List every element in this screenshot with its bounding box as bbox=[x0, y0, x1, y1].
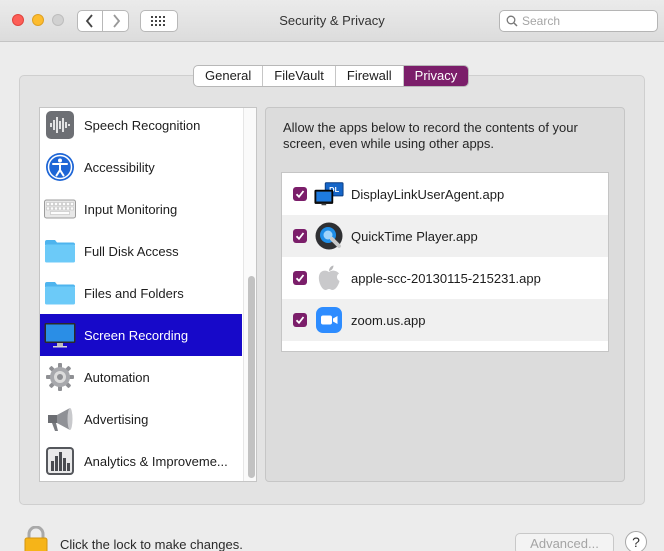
sidebar-item-input-monitoring[interactable]: Input Monitoring bbox=[40, 188, 242, 230]
sidebar-item-screen-recording[interactable]: Screen Recording bbox=[40, 314, 242, 356]
checkmark-icon bbox=[295, 232, 305, 241]
sidebar-item-label: Input Monitoring bbox=[84, 201, 178, 217]
app-checkbox[interactable] bbox=[293, 271, 307, 285]
app-name: QuickTime Player.app bbox=[351, 228, 478, 244]
displaylink-icon: DL bbox=[314, 179, 344, 209]
gear-icon bbox=[44, 361, 76, 393]
sidebar-scrollbar[interactable] bbox=[243, 108, 256, 481]
sidebar-item-label: Advertising bbox=[84, 411, 149, 427]
app-name: apple-scc-20130115-215231.app bbox=[351, 270, 541, 286]
search-icon bbox=[506, 15, 518, 27]
scrollbar-thumb[interactable] bbox=[248, 276, 255, 478]
app-name: DisplayLinkUserAgent.app bbox=[351, 186, 505, 202]
sidebar-item-label: Full Disk Access bbox=[84, 243, 179, 259]
sidebar-item-full-disk-access[interactable]: Full Disk Access bbox=[40, 230, 242, 272]
checkmark-icon bbox=[295, 316, 305, 325]
lock-button[interactable] bbox=[23, 525, 49, 551]
app-row-zoom[interactable]: zoom.us.app bbox=[282, 299, 608, 341]
title-bar: Security & Privacy bbox=[0, 0, 664, 42]
tab-firewall[interactable]: Firewall bbox=[336, 66, 404, 86]
sidebar-item-label: Accessibility bbox=[84, 159, 155, 175]
apple-icon bbox=[314, 263, 344, 293]
app-name: zoom.us.app bbox=[351, 312, 426, 328]
sidebar-item-label: Analytics & Improveme... bbox=[84, 453, 228, 469]
tab-privacy[interactable]: Privacy bbox=[403, 66, 469, 86]
sidebar-item-analytics[interactable]: Analytics & Improveme... bbox=[40, 440, 242, 481]
checkmark-icon bbox=[295, 274, 305, 283]
folder-icon bbox=[44, 235, 76, 267]
sidebar-item-files-and-folders[interactable]: Files and Folders bbox=[40, 272, 242, 314]
lock-icon bbox=[24, 525, 48, 551]
advanced-button[interactable]: Advanced... bbox=[515, 533, 614, 551]
bar-chart-icon bbox=[44, 445, 76, 477]
app-checkbox[interactable] bbox=[293, 229, 307, 243]
help-button[interactable]: ? bbox=[625, 531, 647, 551]
megaphone-icon bbox=[44, 403, 76, 435]
folder-icon bbox=[44, 277, 76, 309]
sidebar-item-label: Files and Folders bbox=[84, 285, 184, 301]
zoom-camera-icon bbox=[314, 305, 344, 335]
search-input[interactable] bbox=[522, 14, 652, 28]
accessibility-icon bbox=[44, 151, 76, 183]
app-list[interactable]: DL DisplayLinkUserAgent.app QuickTime Pl… bbox=[281, 172, 609, 352]
lock-message: Click the lock to make changes. bbox=[60, 537, 243, 551]
sidebar-item-label: Automation bbox=[84, 369, 150, 385]
tab-general[interactable]: General bbox=[194, 66, 264, 86]
sidebar-item-label: Screen Recording bbox=[84, 327, 189, 343]
waveform-icon bbox=[44, 109, 76, 141]
app-row-quicktime[interactable]: QuickTime Player.app bbox=[282, 215, 608, 257]
quicktime-icon bbox=[314, 221, 344, 251]
sidebar-item-automation[interactable]: Automation bbox=[40, 356, 242, 398]
app-row-apple-scc[interactable]: apple-scc-20130115-215231.app bbox=[282, 257, 608, 299]
permission-description: Allow the apps below to record the conte… bbox=[283, 120, 578, 151]
app-checkbox[interactable] bbox=[293, 313, 307, 327]
sidebar-item-advertising[interactable]: Advertising bbox=[40, 398, 242, 440]
privacy-category-list[interactable]: Speech Recognition Accessibility Input M… bbox=[39, 107, 257, 482]
tab-filevault[interactable]: FileVault bbox=[263, 66, 336, 86]
checkmark-icon bbox=[295, 190, 305, 199]
search-field[interactable] bbox=[499, 10, 658, 32]
sidebar-item-label: Speech Recognition bbox=[84, 117, 201, 133]
tab-bar: General FileVault Firewall Privacy bbox=[193, 65, 470, 87]
app-checkbox[interactable] bbox=[293, 187, 307, 201]
keyboard-icon bbox=[44, 193, 76, 225]
sidebar-item-speech-recognition[interactable]: Speech Recognition bbox=[40, 108, 242, 146]
app-row-displaylink[interactable]: DL DisplayLinkUserAgent.app bbox=[282, 173, 608, 215]
sidebar-item-accessibility[interactable]: Accessibility bbox=[40, 146, 242, 188]
display-icon bbox=[44, 319, 76, 351]
